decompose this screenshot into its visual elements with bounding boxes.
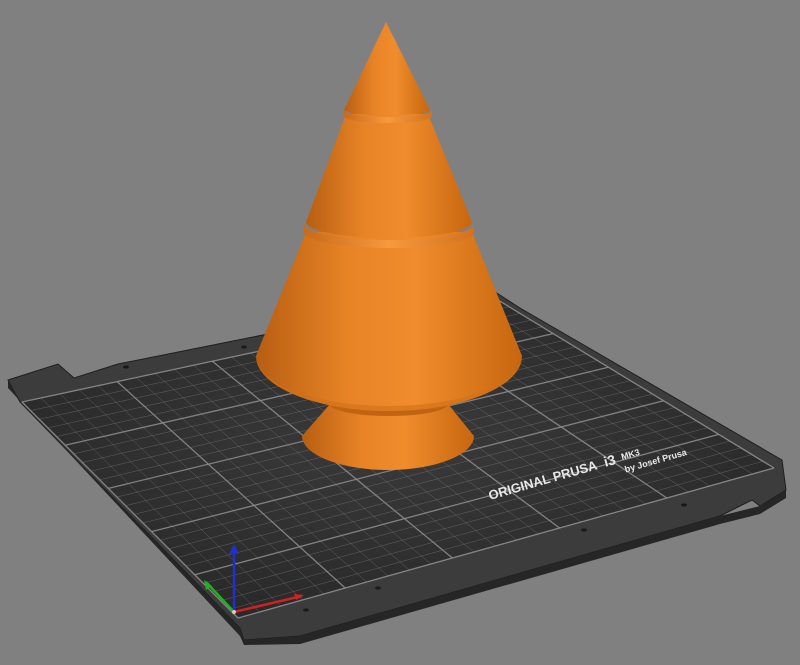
tree-tier-1[interactable] xyxy=(344,22,430,116)
3d-scene[interactable]: ORIGINAL PRUSA i3 MK3 by Josef Prusa xyxy=(0,0,800,665)
tree-tier-2[interactable] xyxy=(306,114,472,238)
tree-tier-3[interactable] xyxy=(256,232,522,411)
3d-viewport[interactable]: ORIGINAL PRUSA i3 MK3 by Josef Prusa xyxy=(0,0,800,665)
axis-origin xyxy=(232,610,236,614)
